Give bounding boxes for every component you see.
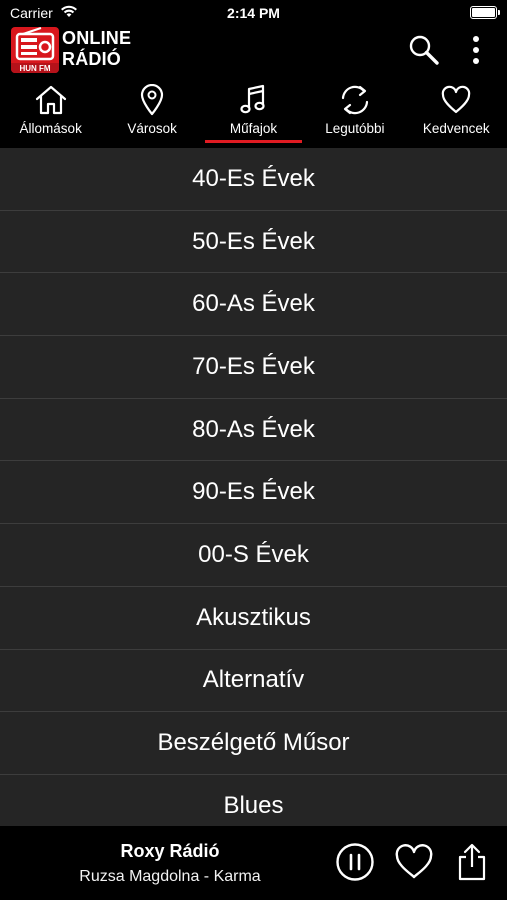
station-name: Roxy Rádió	[120, 841, 220, 861]
genre-label: Akusztikus	[196, 603, 311, 631]
list-item[interactable]: Alternatív	[0, 649, 507, 713]
genre-label: 40-Es Évek	[192, 164, 315, 192]
genre-list: 40-Es Évek 50-Es Évek 60-As Évek 70-Es É…	[0, 148, 507, 826]
genre-label: Blues	[223, 791, 284, 819]
search-button[interactable]	[404, 32, 444, 68]
genre-label: 00-S Évek	[198, 540, 309, 568]
genre-label: 60-As Évek	[192, 290, 315, 318]
search-icon	[409, 35, 439, 65]
track-title: Ruzsa Magdolna - Karma	[79, 868, 261, 885]
list-item[interactable]: 50-Es Évek	[0, 210, 507, 274]
tab-genres[interactable]: Műfajok	[203, 82, 304, 148]
tab-recent-label: Legutóbbi	[325, 121, 385, 136]
tab-stations[interactable]: Állomások	[0, 82, 101, 148]
tab-recent[interactable]: Legutóbbi	[304, 82, 405, 148]
map-pin-icon	[140, 84, 164, 116]
tab-favorites-label: Kedvencek	[422, 121, 490, 136]
app-title: ONLINE RÁDIÓ	[62, 28, 131, 70]
genre-label: 80-As Évek	[192, 415, 315, 443]
status-bar: Carrier 2:14 PM	[0, 0, 507, 26]
home-icon	[35, 85, 66, 115]
heart-icon	[395, 844, 433, 879]
tab-cities-label: Városok	[127, 121, 177, 136]
favorite-button[interactable]	[392, 840, 436, 884]
music-note-icon	[240, 84, 266, 114]
list-item[interactable]: Beszélgető Műsor	[0, 712, 507, 775]
tab-genres-label: Műfajok	[229, 121, 278, 136]
list-item[interactable]: 60-As Évek	[0, 273, 507, 337]
list-item[interactable]: Blues	[0, 774, 507, 826]
tab-stations-label: Állomások	[19, 121, 82, 136]
pause-button[interactable]	[333, 840, 377, 884]
more-vertical-icon	[473, 36, 479, 64]
app-title-line2: RÁDIÓ	[62, 49, 121, 69]
radio-logo[interactable]: HUN FM	[11, 27, 59, 73]
tab-favorites[interactable]: Kedvencek	[406, 82, 507, 148]
share-button[interactable]	[450, 840, 494, 884]
genre-label: 50-Es Évek	[192, 227, 315, 255]
list-item[interactable]: 80-As Évek	[0, 398, 507, 462]
genre-label: Beszélgető Műsor	[157, 729, 350, 757]
heart-icon	[442, 85, 471, 114]
app-header: HUN FM ONLINE RÁDIÓ	[0, 26, 507, 78]
genre-label: 90-Es Évek	[192, 478, 315, 506]
active-tab-indicator	[204, 140, 303, 143]
list-item[interactable]: Akusztikus	[0, 586, 507, 650]
refresh-icon	[341, 85, 368, 115]
logo-badge-text: HUN FM	[19, 64, 50, 73]
now-playing-bar[interactable]: Roxy Rádió Ruzsa Magdolna - Karma	[0, 826, 507, 900]
list-item[interactable]: 70-Es Évek	[0, 336, 507, 399]
battery-icon	[470, 6, 500, 19]
genre-label: Alternatív	[202, 666, 305, 694]
share-icon	[458, 843, 486, 881]
clock: 2:14 PM	[227, 5, 280, 21]
pause-icon	[336, 843, 374, 881]
genre-label: 70-Es Évek	[192, 352, 315, 380]
app-title-line1: ONLINE	[62, 28, 132, 48]
category-tabs: Állomások Városok Műfajok Legutóbbi Kedv…	[0, 82, 507, 148]
more-options-button[interactable]	[456, 32, 496, 68]
tab-cities[interactable]: Városok	[101, 82, 202, 148]
list-item[interactable]: 90-Es Évek	[0, 461, 507, 525]
list-item[interactable]: 00-S Évek	[0, 524, 507, 587]
list-item[interactable]: 40-Es Évek	[0, 148, 507, 211]
